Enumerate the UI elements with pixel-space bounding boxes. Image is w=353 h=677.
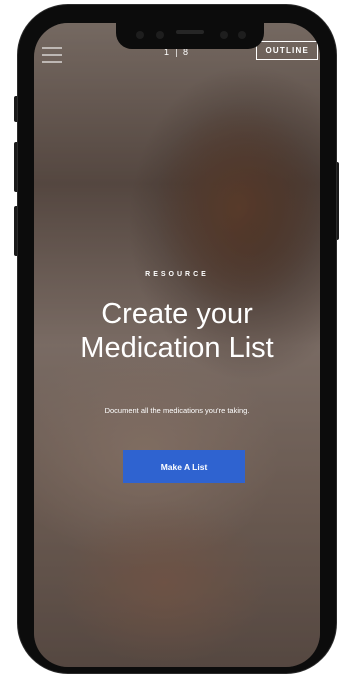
sensor-icon [156,31,164,39]
hamburger-menu-icon[interactable] [42,47,62,63]
outline-button[interactable]: OUTLINE [256,41,318,60]
sensor-icon [136,31,144,39]
phone-screen: 1 8 OUTLINE RESOURCE Create your Medicat… [34,23,320,667]
menu-icon-bar [42,47,62,49]
make-a-list-button[interactable]: Make A List [123,450,245,483]
hero-subtitle: Document all the medications you're taki… [104,406,250,415]
camera-icon [238,31,246,39]
sensor-icon [220,31,228,39]
title-line-2: Medication List [80,332,274,364]
page-title: Create your Medication List [34,297,320,365]
menu-icon-bar [42,61,62,63]
page: 1 8 OUTLINE RESOURCE Create your Medicat… [0,0,353,677]
hero-content: 1 8 OUTLINE RESOURCE Create your Medicat… [34,23,320,667]
speaker-grille [176,30,204,34]
title-line-1: Create your [101,298,253,330]
phone-notch [116,23,264,49]
menu-icon-bar [42,54,62,56]
section-eyebrow: RESOURCE [145,271,209,278]
phone-frame: 1 8 OUTLINE RESOURCE Create your Medicat… [18,5,336,673]
